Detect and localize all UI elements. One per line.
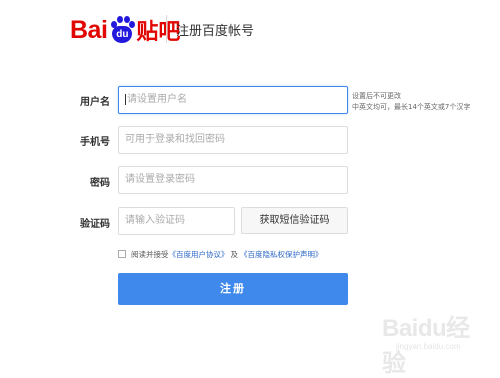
captcha-input[interactable]: 请输入验证码 [118,207,235,235]
username-hint-line2: 中英文均可，最长14个英文或7个汉字 [352,103,471,111]
user-agreement-link[interactable]: 《百度用户协议》 [169,249,229,260]
phone-label: 手机号 [80,137,110,148]
password-placeholder: 请设置登录密码 [125,174,195,185]
username-input[interactable]: 请设置用户名 [118,86,348,114]
privacy-statement-link[interactable]: 《百度隐私权保护声明》 [240,249,323,260]
username-label: 用户名 [80,97,110,108]
agreement-joiner: 及 [230,249,239,259]
watermark-url: jingyan.baidu.com [396,342,461,351]
page-header: Bai du 贴吧 注册百度帐号 [0,0,500,64]
captcha-label: 验证码 [80,219,110,230]
logo-tieba-text: 贴吧 [136,20,181,45]
logo-bai-text: Bai [70,15,108,44]
agreement-row: 阅读并接受 《百度用户协议》 及 《百度隐私权保护声明》 [118,248,323,260]
agreement-prefix: 阅读并接受 [131,249,169,259]
phone-input[interactable]: 可用于登录和找回密码 [118,126,348,154]
baidu-tieba-logo[interactable]: Bai du 贴吧 [70,12,180,48]
page-title: 注册百度帐号 [176,24,255,39]
baidu-paw-icon: du [109,16,136,44]
baidu-jingyan-watermark: Baidu经验 jingyan.baidu.com [378,304,493,377]
get-sms-code-button[interactable]: 获取短信验证码 [241,207,348,234]
password-input[interactable]: 请设置登录密码 [118,166,348,194]
phone-placeholder: 可用于登录和找回密码 [125,134,225,145]
register-button[interactable]: 注册 [118,273,348,305]
logo-du-text: du [112,26,133,43]
username-hint: 设置后不可更改 中英文均可，最长14个英文或7个汉字 [352,91,470,113]
username-hint-line1: 设置后不可更改 [352,92,401,100]
agreement-checkbox[interactable] [118,250,126,258]
captcha-placeholder: 请输入验证码 [125,215,185,226]
password-label: 密码 [90,178,110,189]
text-caret [125,93,126,105]
username-placeholder: 请设置用户名 [127,94,187,105]
header-divider [166,15,167,43]
